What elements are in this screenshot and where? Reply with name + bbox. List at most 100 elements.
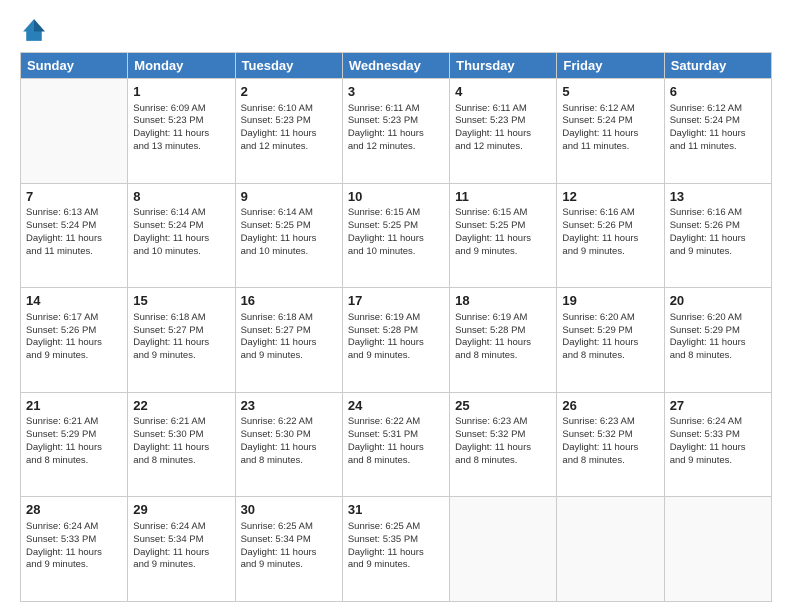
day-number: 1 (133, 83, 229, 101)
col-friday: Friday (557, 53, 664, 79)
day-number: 22 (133, 397, 229, 415)
day-info: Sunrise: 6:22 AM Sunset: 5:31 PM Dayligh… (348, 416, 444, 467)
day-number: 28 (26, 501, 122, 519)
day-info: Sunrise: 6:20 AM Sunset: 5:29 PM Dayligh… (670, 312, 766, 363)
day-info: Sunrise: 6:20 AM Sunset: 5:29 PM Dayligh… (562, 312, 658, 363)
day-info: Sunrise: 6:16 AM Sunset: 5:26 PM Dayligh… (670, 207, 766, 258)
day-info: Sunrise: 6:09 AM Sunset: 5:23 PM Dayligh… (133, 103, 229, 154)
page: Sunday Monday Tuesday Wednesday Thursday… (0, 0, 792, 612)
calendar-header-row: Sunday Monday Tuesday Wednesday Thursday… (21, 53, 772, 79)
day-info: Sunrise: 6:19 AM Sunset: 5:28 PM Dayligh… (455, 312, 551, 363)
calendar-week-row: 1 Sunrise: 6:09 AM Sunset: 5:23 PM Daylig… (21, 79, 772, 184)
day-info: Sunrise: 6:18 AM Sunset: 5:27 PM Dayligh… (133, 312, 229, 363)
table-row: 9Sunrise: 6:14 AM Sunset: 5:25 PM Daylig… (235, 183, 342, 288)
day-number: 24 (348, 397, 444, 415)
day-number: 2 (241, 83, 337, 101)
table-row: 25Sunrise: 6:23 AM Sunset: 5:32 PM Dayli… (450, 392, 557, 497)
day-number: 12 (562, 188, 658, 206)
table-row: 22Sunrise: 6:21 AM Sunset: 5:30 PM Dayli… (128, 392, 235, 497)
day-info: Sunrise: 6:12 AM Sunset: 5:24 PM Dayligh… (562, 103, 658, 154)
table-row: 28 Sunrise: 6:24 AM Sunset: 5:33 PM Dayli… (21, 497, 128, 602)
day-number: 17 (348, 292, 444, 310)
day-number: 11 (455, 188, 551, 206)
table-row: 17 Sunrise: 6:19 AM Sunset: 5:28 PM Dayli… (342, 288, 449, 393)
col-thursday: Thursday (450, 53, 557, 79)
day-info: Sunrise: 6:19 AM Sunset: 5:28 PM Dayligh… (348, 312, 444, 363)
col-tuesday: Tuesday (235, 53, 342, 79)
table-row: 6 Sunrise: 6:12 AM Sunset: 5:24 PM Daylig… (664, 79, 771, 184)
day-number: 5 (562, 83, 658, 101)
table-row: 30 Sunrise: 6:25 AM Sunset: 5:34 PM Dayli… (235, 497, 342, 602)
day-info: Sunrise: 6:25 AM Sunset: 5:35 PM Dayligh… (348, 521, 444, 572)
table-row: 29Sunrise: 6:24 AM Sunset: 5:34 PM Dayli… (128, 497, 235, 602)
day-number: 9 (241, 188, 337, 206)
day-info: Sunrise: 6:13 AM Sunset: 5:24 PM Dayligh… (26, 207, 122, 258)
day-number: 19 (562, 292, 658, 310)
day-info: Sunrise: 6:14 AM Sunset: 5:24 PM Dayligh… (133, 207, 229, 258)
calendar-week-row: 14Sunrise: 6:17 AM Sunset: 5:26 PM Dayli… (21, 288, 772, 393)
day-number: 29 (133, 501, 229, 519)
table-row (450, 497, 557, 602)
day-info: Sunrise: 6:11 AM Sunset: 5:23 PM Dayligh… (348, 103, 444, 154)
table-row (21, 79, 128, 184)
table-row (557, 497, 664, 602)
logo (20, 16, 52, 44)
calendar-week-row: 21Sunrise: 6:21 AM Sunset: 5:29 PM Dayli… (21, 392, 772, 497)
day-number: 4 (455, 83, 551, 101)
day-info: Sunrise: 6:21 AM Sunset: 5:29 PM Dayligh… (26, 416, 122, 467)
logo-icon (20, 16, 48, 44)
day-number: 25 (455, 397, 551, 415)
day-info: Sunrise: 6:15 AM Sunset: 5:25 PM Dayligh… (455, 207, 551, 258)
day-info: Sunrise: 6:24 AM Sunset: 5:33 PM Dayligh… (670, 416, 766, 467)
table-row (664, 497, 771, 602)
day-info: Sunrise: 6:10 AM Sunset: 5:23 PM Dayligh… (241, 103, 337, 154)
day-number: 7 (26, 188, 122, 206)
table-row: 16Sunrise: 6:18 AM Sunset: 5:27 PM Dayli… (235, 288, 342, 393)
table-row: 3 Sunrise: 6:11 AM Sunset: 5:23 PM Daylig… (342, 79, 449, 184)
col-monday: Monday (128, 53, 235, 79)
table-row: 21Sunrise: 6:21 AM Sunset: 5:29 PM Dayli… (21, 392, 128, 497)
day-number: 30 (241, 501, 337, 519)
table-row: 4 Sunrise: 6:11 AM Sunset: 5:23 PM Daylig… (450, 79, 557, 184)
day-number: 20 (670, 292, 766, 310)
day-info: Sunrise: 6:22 AM Sunset: 5:30 PM Dayligh… (241, 416, 337, 467)
day-number: 16 (241, 292, 337, 310)
day-info: Sunrise: 6:25 AM Sunset: 5:34 PM Dayligh… (241, 521, 337, 572)
col-wednesday: Wednesday (342, 53, 449, 79)
day-number: 13 (670, 188, 766, 206)
day-number: 10 (348, 188, 444, 206)
day-number: 27 (670, 397, 766, 415)
col-saturday: Saturday (664, 53, 771, 79)
header (20, 16, 772, 44)
day-info: Sunrise: 6:16 AM Sunset: 5:26 PM Dayligh… (562, 207, 658, 258)
table-row: 1 Sunrise: 6:09 AM Sunset: 5:23 PM Daylig… (128, 79, 235, 184)
day-number: 8 (133, 188, 229, 206)
table-row: 11Sunrise: 6:15 AM Sunset: 5:25 PM Dayli… (450, 183, 557, 288)
table-row: 5 Sunrise: 6:12 AM Sunset: 5:24 PM Daylig… (557, 79, 664, 184)
table-row: 20 Sunrise: 6:20 AM Sunset: 5:29 PM Dayli… (664, 288, 771, 393)
table-row: 27Sunrise: 6:24 AM Sunset: 5:33 PM Dayli… (664, 392, 771, 497)
table-row: 12Sunrise: 6:16 AM Sunset: 5:26 PM Dayli… (557, 183, 664, 288)
table-row: 13Sunrise: 6:16 AM Sunset: 5:26 PM Dayli… (664, 183, 771, 288)
calendar-week-row: 7Sunrise: 6:13 AM Sunset: 5:24 PM Daylig… (21, 183, 772, 288)
day-number: 23 (241, 397, 337, 415)
calendar-week-row: 28 Sunrise: 6:24 AM Sunset: 5:33 PM Dayli… (21, 497, 772, 602)
table-row: 2 Sunrise: 6:10 AM Sunset: 5:23 PM Daylig… (235, 79, 342, 184)
table-row: 23Sunrise: 6:22 AM Sunset: 5:30 PM Dayli… (235, 392, 342, 497)
day-number: 26 (562, 397, 658, 415)
day-info: Sunrise: 6:23 AM Sunset: 5:32 PM Dayligh… (562, 416, 658, 467)
day-number: 3 (348, 83, 444, 101)
day-info: Sunrise: 6:12 AM Sunset: 5:24 PM Dayligh… (670, 103, 766, 154)
day-info: Sunrise: 6:11 AM Sunset: 5:23 PM Dayligh… (455, 103, 551, 154)
day-info: Sunrise: 6:23 AM Sunset: 5:32 PM Dayligh… (455, 416, 551, 467)
day-number: 15 (133, 292, 229, 310)
table-row: 8Sunrise: 6:14 AM Sunset: 5:24 PM Daylig… (128, 183, 235, 288)
table-row: 7Sunrise: 6:13 AM Sunset: 5:24 PM Daylig… (21, 183, 128, 288)
table-row: 24Sunrise: 6:22 AM Sunset: 5:31 PM Dayli… (342, 392, 449, 497)
day-info: Sunrise: 6:17 AM Sunset: 5:26 PM Dayligh… (26, 312, 122, 363)
day-number: 21 (26, 397, 122, 415)
table-row: 18Sunrise: 6:19 AM Sunset: 5:28 PM Dayli… (450, 288, 557, 393)
day-info: Sunrise: 6:21 AM Sunset: 5:30 PM Dayligh… (133, 416, 229, 467)
day-number: 6 (670, 83, 766, 101)
day-info: Sunrise: 6:24 AM Sunset: 5:33 PM Dayligh… (26, 521, 122, 572)
